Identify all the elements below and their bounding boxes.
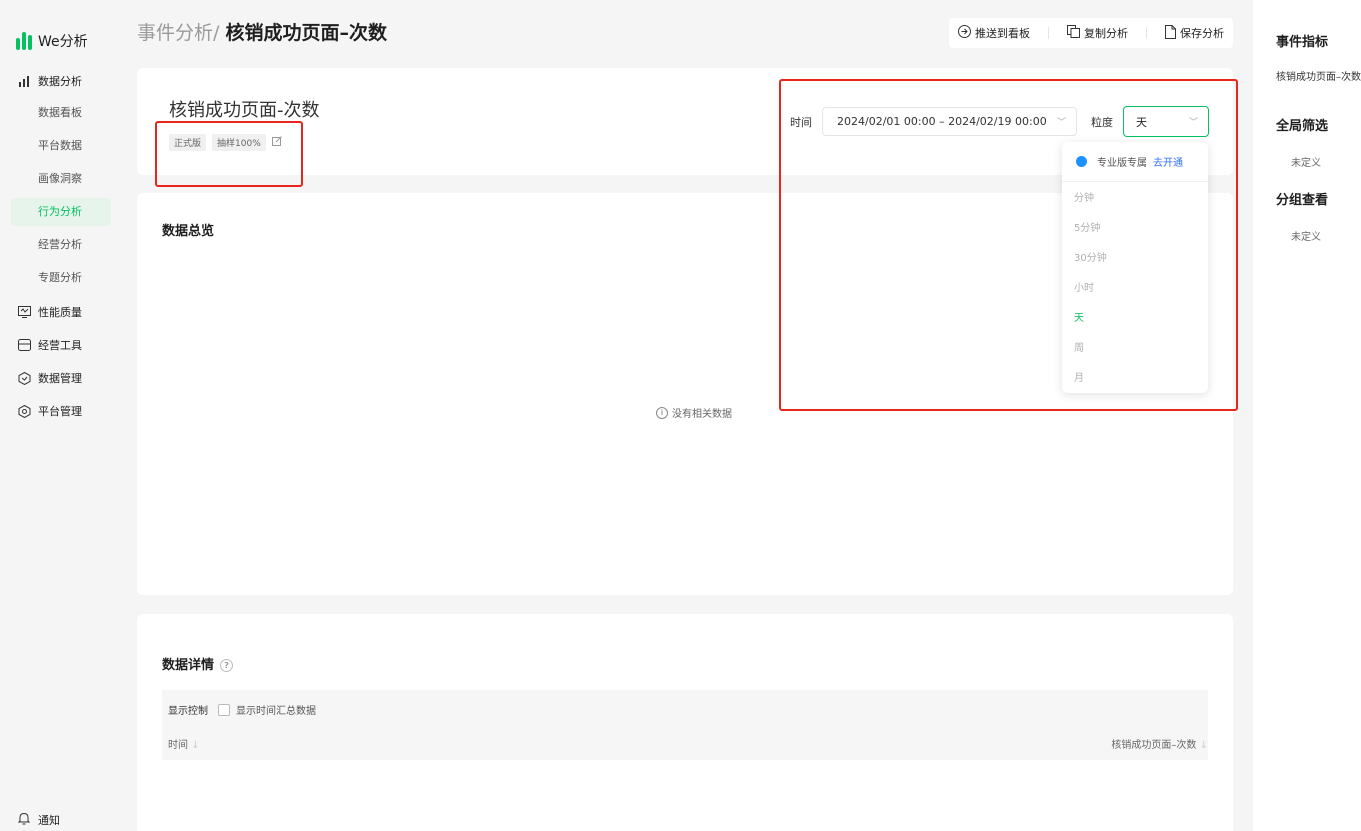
sidebar-item-dashboard[interactable]: 数据看板 bbox=[11, 99, 111, 127]
notification-label: 通知 bbox=[38, 814, 60, 827]
display-control-label: 显示控制 bbox=[168, 706, 208, 717]
divider bbox=[1048, 27, 1049, 39]
page-title: 核销成功页面–次数 bbox=[225, 22, 387, 44]
push-to-dashboard-button[interactable]: 推送到看板 bbox=[958, 25, 1030, 41]
column-header-time[interactable]: 时间 ↓ bbox=[168, 736, 200, 751]
push-to-dashboard-label: 推送到看板 bbox=[975, 27, 1030, 40]
global-filter-value[interactable]: 未定义 bbox=[1291, 154, 1321, 169]
copy-icon bbox=[1067, 25, 1080, 41]
event-metric-item[interactable]: 核销成功页面–次数 bbox=[1276, 68, 1361, 83]
data-hex-icon bbox=[18, 371, 31, 385]
nav-section-data-analysis[interactable]: 数据分析 bbox=[18, 73, 82, 89]
detail-table-header: 显示控制 显示时间汇总数据 时间 ↓ 核销成功页面–次数 ↓ bbox=[162, 690, 1208, 760]
bar-chart-icon bbox=[18, 75, 31, 88]
nav-section-performance[interactable]: 性能质量 bbox=[18, 304, 82, 320]
breadcrumb-parent[interactable]: 事件分析/ bbox=[137, 22, 219, 44]
save-analysis-button[interactable]: 保存分析 bbox=[1165, 24, 1224, 42]
divider bbox=[1146, 27, 1147, 39]
empty-text: 没有相关数据 bbox=[672, 409, 732, 420]
copy-analysis-button[interactable]: 复制分析 bbox=[1067, 25, 1128, 41]
logo-icon bbox=[16, 32, 32, 50]
arrow-circle-icon bbox=[958, 25, 971, 41]
sidebar-item-behavior-analysis[interactable]: 行为分析 bbox=[11, 198, 111, 226]
column-label: 时间 bbox=[168, 740, 188, 751]
nav-section-data-management[interactable]: 数据管理 bbox=[18, 370, 82, 386]
info-icon: i bbox=[656, 406, 668, 419]
group-view-title: 分组查看 bbox=[1276, 193, 1329, 208]
bell-icon bbox=[17, 812, 31, 828]
copy-analysis-label: 复制分析 bbox=[1084, 27, 1128, 40]
store-icon bbox=[18, 339, 31, 352]
nav-section-label: 性能质量 bbox=[38, 306, 82, 319]
save-analysis-label: 保存分析 bbox=[1180, 27, 1224, 40]
sidebar: We分析 数据分析 数据看板 平台数据 画像洞察 行为分析 经营分析 专题分析 … bbox=[0, 0, 122, 831]
nav-section-platform-management[interactable]: 平台管理 bbox=[18, 403, 82, 419]
detail-title: 数据详情 bbox=[162, 658, 215, 673]
highlight-box-tags bbox=[155, 121, 303, 187]
highlight-box-filters bbox=[779, 79, 1238, 411]
group-view-value[interactable]: 未定义 bbox=[1291, 228, 1321, 243]
show-time-summary-checkbox[interactable]: 显示时间汇总数据 bbox=[218, 702, 316, 717]
detail-card: 数据详情? 显示控制 显示时间汇总数据 时间 ↓ 核销成功页面–次数 ↓ bbox=[137, 614, 1233, 831]
config-panel: 事件指标 核销成功页面–次数 全局筛选 未定义 分组查看 未定义 bbox=[1253, 0, 1361, 831]
logo-text: We分析 bbox=[38, 34, 88, 50]
nav-section-business-tools[interactable]: 经营工具 bbox=[18, 337, 82, 353]
global-filter-title: 全局筛选 bbox=[1276, 119, 1329, 134]
nav-section-label: 平台管理 bbox=[38, 405, 82, 418]
checkbox-label: 显示时间汇总数据 bbox=[236, 706, 316, 717]
notification-button[interactable]: 通知 bbox=[17, 812, 60, 828]
nav-section-label: 数据分析 bbox=[38, 75, 82, 88]
sidebar-item-business-analysis[interactable]: 经营分析 bbox=[11, 231, 111, 259]
app-logo[interactable]: We分析 bbox=[16, 31, 88, 51]
detail-title-wrap: 数据详情? bbox=[162, 654, 234, 673]
analysis-toolbar: 推送到看板 复制分析 保存分析 bbox=[949, 18, 1233, 48]
overview-title: 数据总览 bbox=[162, 224, 215, 239]
sort-down-icon[interactable]: ↓ bbox=[191, 740, 199, 751]
column-label: 核销成功页面–次数 bbox=[1111, 740, 1197, 751]
sidebar-item-portrait[interactable]: 画像洞察 bbox=[11, 165, 111, 193]
event-title: 核销成功页面-次数 bbox=[169, 100, 320, 121]
sidebar-item-topic-analysis[interactable]: 专题分析 bbox=[11, 264, 111, 292]
display-control: 显示控制 显示时间汇总数据 bbox=[168, 702, 316, 717]
event-metrics-title: 事件指标 bbox=[1276, 35, 1329, 50]
sidebar-item-platform-data[interactable]: 平台数据 bbox=[11, 132, 111, 160]
file-icon bbox=[1165, 24, 1176, 42]
breadcrumb: 事件分析/ 核销成功页面–次数 bbox=[137, 18, 387, 45]
sort-down-icon[interactable]: ↓ bbox=[1200, 740, 1208, 751]
column-header-metric[interactable]: 核销成功页面–次数 ↓ bbox=[1111, 736, 1208, 751]
help-icon[interactable]: ? bbox=[220, 659, 234, 672]
settings-icon bbox=[18, 404, 31, 418]
empty-state: i 没有相关数据 bbox=[656, 405, 732, 420]
nav-section-label: 经营工具 bbox=[38, 339, 82, 352]
checkbox-box[interactable] bbox=[218, 703, 230, 716]
nav-section-label: 数据管理 bbox=[38, 372, 82, 385]
monitor-icon bbox=[18, 306, 31, 319]
